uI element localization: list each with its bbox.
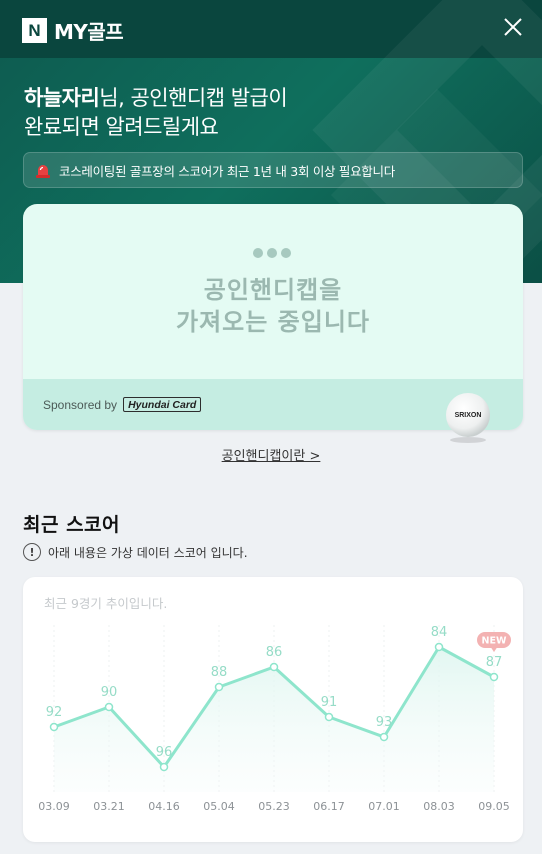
sponsored-by-label: Sponsored by xyxy=(43,397,118,412)
score-point xyxy=(104,702,114,712)
x-tick-label: 03.09 xyxy=(38,800,70,813)
score-point xyxy=(214,682,224,692)
hyundai-card-logo: Hyundai Card xyxy=(123,397,202,412)
score-chart-card: 최근 9경기 추이입니다. 92 03.09 90 03.21 96 04.16 88 05.… xyxy=(23,577,523,842)
recent-score-title: 최근 스코어 xyxy=(23,514,121,536)
score-label: 90 xyxy=(101,685,118,700)
x-tick-label: 09.05 xyxy=(478,800,510,813)
x-tick-label: 06.17 xyxy=(313,800,345,813)
siren-icon xyxy=(36,165,50,178)
score-label: 92 xyxy=(46,705,63,720)
x-tick-label: 08.03 xyxy=(423,800,455,813)
score-line-chart: 92 03.09 90 03.21 96 04.16 88 05.04 86 05.23 91 06.… xyxy=(38,625,511,813)
requirement-notice: 코스레이팅된 골프장의 스코어가 최근 1년 내 3회 이상 필요합니다 xyxy=(23,152,523,188)
new-badge-tail xyxy=(491,647,497,652)
about-handicap-label[interactable]: 공인핸디캡이란 > xyxy=(222,449,321,464)
score-point xyxy=(324,712,334,722)
headline: 하늘자리님, 공인핸디캡 발급이 완료되면 알려드릴게요 xyxy=(24,84,288,142)
loading-line1: 공인핸디캡을 xyxy=(203,276,343,304)
page: N MY골프 하늘자리님, 공인핸디캡 발급이 완료되면 알려드릴게요 코스레이… xyxy=(0,0,542,854)
score-label: 86 xyxy=(266,645,283,660)
loading-line2: 가져오는 중입니다 xyxy=(176,308,370,336)
logo-text: MY골프 xyxy=(54,20,124,44)
x-tick-label: 05.04 xyxy=(203,800,235,813)
logo-badge: N xyxy=(22,18,47,43)
headline-line1: 님, 공인핸디캡 발급이 xyxy=(99,86,288,110)
virtual-data-notice: ! 아래 내용은 가상 데이터 스코어 입니다. xyxy=(23,543,248,561)
new-badge-label: NEW xyxy=(482,636,507,647)
score-label: 84 xyxy=(431,625,448,640)
info-icon: ! xyxy=(23,543,41,561)
close-button[interactable] xyxy=(502,16,524,38)
loading-message: 공인핸디캡을 가져오는 중입니다 xyxy=(23,274,523,338)
x-tick-label: 04.16 xyxy=(148,800,180,813)
x-tick-label: 03.21 xyxy=(93,800,125,813)
score-label: 88 xyxy=(211,665,228,680)
notice-text: 코스레이팅된 골프장의 스코어가 최근 1년 내 3회 이상 필요합니다 xyxy=(59,163,395,179)
sponsor: Sponsored by Hyundai Card xyxy=(43,397,202,412)
app-logo: N MY골프 xyxy=(22,16,124,45)
virtual-data-text: 아래 내용은 가상 데이터 스코어 입니다. xyxy=(48,545,248,560)
score-label: 87 xyxy=(486,655,503,670)
score-point xyxy=(159,762,169,772)
svg-text:SRIXON: SRIXON xyxy=(455,412,482,419)
close-icon xyxy=(504,18,522,36)
user-name: 하늘자리 xyxy=(24,86,100,110)
score-point xyxy=(49,722,59,732)
x-tick-label: 07.01 xyxy=(368,800,400,813)
golf-ball-icon: SRIXON xyxy=(446,393,490,443)
score-point xyxy=(269,662,279,672)
score-label: 93 xyxy=(376,715,393,730)
loading-dots xyxy=(253,248,291,258)
score-label: 96 xyxy=(156,745,173,760)
score-label: 91 xyxy=(321,695,338,710)
score-point xyxy=(434,642,444,652)
score-point xyxy=(379,732,389,742)
x-tick-label: 05.23 xyxy=(258,800,290,813)
about-handicap-link[interactable]: 공인핸디캡이란 > xyxy=(0,445,542,464)
headline-line2: 완료되면 알려드릴게요 xyxy=(24,115,219,139)
score-point xyxy=(489,672,499,682)
